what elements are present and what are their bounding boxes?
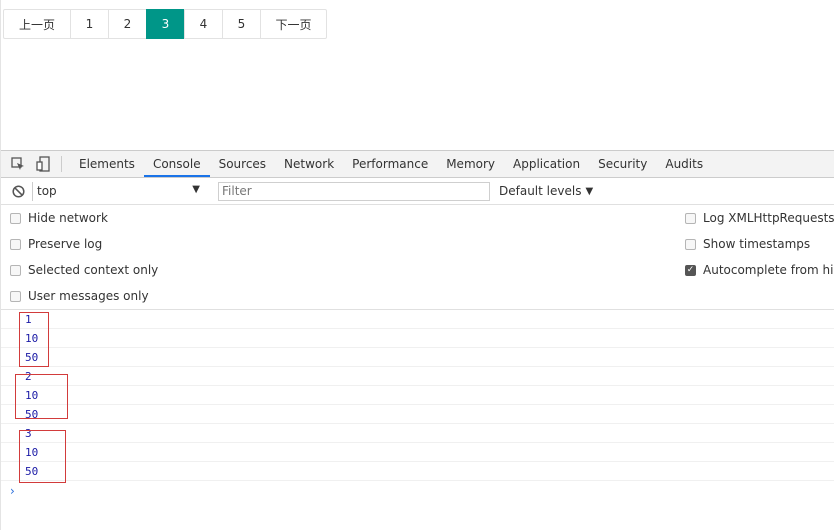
devtools-tabbar: Elements Console Sources Network Perform… — [1, 151, 834, 178]
highlight-box — [19, 430, 66, 483]
console-message: 50 — [1, 462, 834, 481]
highlight-box — [19, 312, 49, 367]
option-label: Preserve log — [28, 237, 103, 251]
checkbox[interactable] — [685, 238, 696, 250]
console-message: 2 — [1, 367, 834, 386]
option-label: Hide network — [28, 211, 108, 225]
highlight-box — [15, 374, 68, 419]
prev-page-button[interactable]: 上一页 — [4, 10, 70, 38]
log-levels-select[interactable]: Default levels ▼ — [499, 184, 593, 198]
page-5-button[interactable]: 5 — [222, 10, 260, 38]
tab-console[interactable]: Console — [143, 151, 210, 177]
option-label: Show timestamps — [703, 237, 811, 251]
devtools-panel: Elements Console Sources Network Perform… — [1, 150, 834, 530]
inspect-element-icon[interactable] — [10, 156, 26, 172]
page-4-button[interactable]: 4 — [184, 10, 222, 38]
option-label: Selected context only — [28, 263, 159, 277]
checkbox[interactable] — [685, 212, 696, 224]
console-message: 1 — [1, 310, 834, 329]
autocomplete-from-history-option[interactable]: Autocomplete from history — [685, 261, 834, 279]
user-messages-only-option[interactable]: User messages only — [10, 287, 149, 305]
checkbox[interactable] — [10, 212, 21, 224]
checkbox[interactable] — [10, 264, 21, 276]
tab-performance[interactable]: Performance — [343, 151, 437, 177]
pagination: 上一页 1 2 3 4 5 下一页 — [3, 9, 327, 39]
console-prompt[interactable]: › — [1, 481, 834, 501]
console-message: 50 — [1, 348, 834, 367]
option-label: User messages only — [28, 289, 149, 303]
console-filter-bar: top ▼ Default levels ▼ — [1, 178, 834, 205]
option-label: Autocomplete from history — [703, 263, 834, 277]
prompt-chevron-icon: › — [10, 484, 15, 498]
log-levels-label: Default levels — [499, 184, 582, 198]
context-select[interactable]: top ▼ — [32, 181, 200, 201]
selected-context-only-option[interactable]: Selected context only — [10, 261, 158, 279]
console-message: 50 — [1, 405, 834, 424]
console-settings: Hide network Preserve log Selected conte… — [1, 205, 834, 310]
console-message: 10 — [1, 329, 834, 348]
console-message: 10 — [1, 443, 834, 462]
page: 上一页 1 2 3 4 5 下一页 Elements Console Sourc… — [0, 0, 834, 530]
checkbox-checked[interactable] — [685, 264, 696, 276]
filter-input[interactable] — [218, 181, 490, 201]
tab-memory[interactable]: Memory — [437, 151, 504, 177]
chevron-down-icon: ▼ — [192, 183, 200, 195]
tab-sources[interactable]: Sources — [210, 151, 275, 177]
hide-network-option[interactable]: Hide network — [10, 209, 108, 227]
option-label: Log XMLHttpRequests — [703, 211, 834, 225]
chevron-down-icon: ▼ — [585, 185, 594, 197]
tab-network[interactable]: Network — [275, 151, 343, 177]
preserve-log-option[interactable]: Preserve log — [10, 235, 102, 253]
context-value: top — [37, 184, 57, 198]
tab-application[interactable]: Application — [504, 151, 589, 177]
tab-elements[interactable]: Elements — [70, 151, 144, 177]
device-toolbar-icon[interactable] — [35, 156, 51, 172]
tab-audits[interactable]: Audits — [656, 151, 712, 177]
checkbox[interactable] — [10, 238, 21, 250]
log-xmlhttprequests-option[interactable]: Log XMLHttpRequests — [685, 209, 834, 227]
console-message: 10 — [1, 386, 834, 405]
show-timestamps-option[interactable]: Show timestamps — [685, 235, 810, 253]
toolbar-divider — [61, 156, 62, 172]
checkbox[interactable] — [10, 290, 21, 302]
console-output: 1 10 50 2 10 50 3 10 50 › — [1, 310, 834, 501]
next-page-button[interactable]: 下一页 — [260, 10, 326, 38]
page-3-button-current[interactable]: 3 — [146, 9, 184, 39]
page-2-button[interactable]: 2 — [108, 10, 146, 38]
tab-security[interactable]: Security — [589, 151, 656, 177]
page-1-button[interactable]: 1 — [70, 10, 108, 38]
clear-console-icon[interactable] — [10, 183, 26, 199]
console-message: 3 — [1, 424, 834, 443]
